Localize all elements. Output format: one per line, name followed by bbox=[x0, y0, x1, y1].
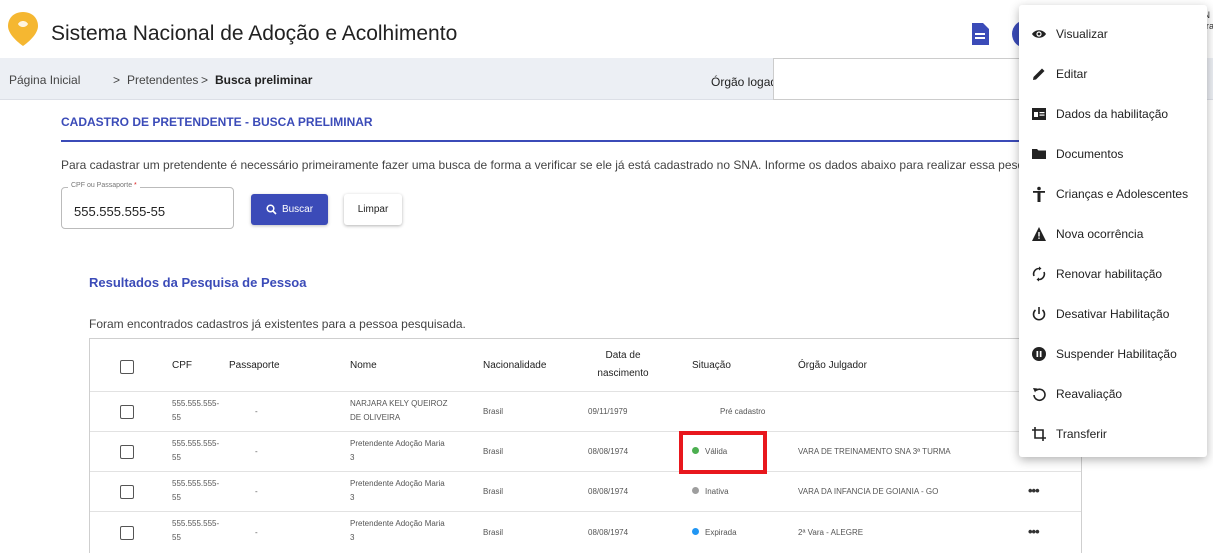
cell-nome: Pretendente Adoção Maria 3 bbox=[350, 479, 445, 502]
cpf-passaporte-label: CPF ou Passaporte * bbox=[68, 182, 140, 189]
cpf-passaporte-field[interactable]: CPF ou Passaporte * bbox=[61, 182, 234, 229]
breadcrumb-current: Busca preliminar bbox=[215, 73, 313, 87]
cell-situacao: Pré cadastro bbox=[720, 405, 765, 419]
menu-item-suspender-habilitacao[interactable]: Suspender Habilitação bbox=[1019, 333, 1207, 373]
results-table: CPF Passaporte Nome Nacionalidade Data d… bbox=[89, 338, 1082, 553]
table-row: 555.555.555- 55 - NARJARA KELY QUEIROZ DE … bbox=[90, 392, 1081, 432]
col-data-nascimento: Data de nascimento bbox=[597, 350, 649, 379]
cell-nacionalidade: Brasil bbox=[483, 528, 504, 537]
intro-text: Para cadastrar um pretendente é necessár… bbox=[61, 158, 1019, 172]
person-icon bbox=[1033, 186, 1045, 202]
search-icon bbox=[266, 204, 277, 215]
limpar-button[interactable]: Limpar bbox=[344, 194, 402, 225]
pencil-icon bbox=[1033, 68, 1045, 80]
cell-nome: Pretendente Adoção Maria 3 bbox=[350, 519, 445, 542]
cell-passaporte: - bbox=[255, 407, 258, 416]
section-divider bbox=[61, 140, 1023, 142]
cell-passaporte: - bbox=[255, 487, 258, 496]
document-icon[interactable] bbox=[970, 22, 990, 46]
col-situacao: Situação bbox=[692, 360, 731, 371]
results-note: Foram encontrados cadastros já existente… bbox=[89, 317, 466, 331]
cell-data-nascimento: 08/08/1974 bbox=[588, 447, 629, 456]
crop-icon bbox=[1032, 427, 1046, 441]
breadcrumb-home[interactable]: Página Inicial bbox=[9, 73, 80, 87]
cell-nacionalidade: Brasil bbox=[483, 487, 504, 496]
status-dot bbox=[692, 528, 699, 535]
status-dot bbox=[692, 487, 699, 494]
cell-nacionalidade: Brasil bbox=[483, 407, 504, 416]
limpar-label: Limpar bbox=[357, 204, 389, 215]
cell-situacao: Inativa bbox=[692, 485, 729, 499]
cell-orgao: VARA DA INFANCIA DE GOIANIA - GO bbox=[798, 487, 939, 496]
menu-item-desativar-habilitacao[interactable]: Desativar Habilitação bbox=[1019, 293, 1207, 333]
highlight-box bbox=[679, 431, 767, 474]
menu-item-dados-habilitacao[interactable]: Dados da habilitação bbox=[1019, 93, 1207, 133]
row-actions-button[interactable]: ••• bbox=[1028, 524, 1040, 539]
menu-item-editar[interactable]: Editar bbox=[1019, 53, 1207, 93]
app-title: Sistema Nacional de Adoção e Acolhimento bbox=[51, 22, 458, 45]
cell-nacionalidade: Brasil bbox=[483, 447, 504, 456]
power-icon bbox=[1032, 307, 1046, 321]
buscar-label: Buscar bbox=[281, 204, 314, 215]
table-row: 555.555.555- 55 - Pretendente Adoção Mari… bbox=[90, 512, 1081, 553]
breadcrumb-separator: > bbox=[113, 73, 121, 87]
breadcrumb-separator: > bbox=[201, 73, 209, 87]
col-passaporte: Passaporte bbox=[229, 360, 280, 371]
cell-orgao: VARA DE TREINAMENTO SNA 3ª TURMA bbox=[798, 447, 951, 456]
undo-icon bbox=[1033, 388, 1046, 401]
select-all-checkbox[interactable] bbox=[120, 360, 134, 374]
col-nacionalidade: Nacionalidade bbox=[483, 360, 547, 371]
buscar-button[interactable]: Buscar bbox=[251, 194, 328, 225]
eye-icon bbox=[1032, 30, 1046, 38]
status-text: Expirada bbox=[705, 528, 737, 537]
cell-data-nascimento: 09/11/1979 bbox=[588, 407, 628, 416]
breadcrumb-pretendentes[interactable]: Pretendentes bbox=[127, 73, 198, 87]
cell-situacao: Expirada bbox=[692, 526, 737, 540]
section-title: CADASTRO DE PRETENDENTE - BUSCA PRELIMIN… bbox=[61, 115, 373, 129]
cell-cpf: 555.555.555- 55 bbox=[172, 519, 220, 542]
folder-icon bbox=[1032, 149, 1046, 159]
menu-item-reavaliacao[interactable]: Reavaliação bbox=[1019, 373, 1207, 413]
table-header-row: CPF Passaporte Nome Nacionalidade Data d… bbox=[90, 339, 1081, 392]
cell-passaporte: - bbox=[255, 447, 258, 456]
app-logo-icon[interactable] bbox=[6, 10, 40, 48]
cell-passaporte: - bbox=[255, 528, 258, 537]
cpf-passaporte-input[interactable] bbox=[74, 204, 224, 219]
table-row: 555.555.555- 55 - Pretendente Adoção Mari… bbox=[90, 472, 1081, 512]
pause-circle-icon bbox=[1032, 347, 1046, 361]
cell-nome: Pretendente Adoção Maria 3 bbox=[350, 439, 445, 462]
menu-item-transferir[interactable]: Transferir bbox=[1019, 413, 1207, 453]
row-checkbox[interactable] bbox=[120, 405, 134, 419]
menu-item-visualizar[interactable]: Visualizar bbox=[1019, 13, 1207, 53]
status-text: Inativa bbox=[705, 487, 729, 496]
warning-icon bbox=[1032, 227, 1046, 241]
cell-cpf: 555.555.555- 55 bbox=[172, 479, 220, 502]
orgao-logado-select[interactable] bbox=[773, 58, 1023, 100]
cell-data-nascimento: 08/08/1974 bbox=[588, 528, 629, 537]
id-card-icon bbox=[1032, 108, 1046, 120]
row-checkbox[interactable] bbox=[120, 445, 134, 459]
col-nome: Nome bbox=[350, 360, 377, 371]
row-actions-menu: Visualizar Editar Dados da habilitação D… bbox=[1019, 5, 1207, 457]
cell-cpf: 555.555.555- 55 bbox=[172, 439, 220, 462]
menu-item-documentos[interactable]: Documentos bbox=[1019, 133, 1207, 173]
menu-item-criancas-adolescentes[interactable]: Crianças e Adolescentes bbox=[1019, 173, 1207, 213]
row-checkbox[interactable] bbox=[120, 526, 134, 540]
menu-item-nova-ocorrencia[interactable]: Nova ocorrência bbox=[1019, 213, 1207, 253]
row-actions-button[interactable]: ••• bbox=[1028, 483, 1040, 498]
status-text: Pré cadastro bbox=[720, 407, 766, 416]
col-orgao-julgador: Órgão Julgador bbox=[798, 360, 867, 371]
results-title: Resultados da Pesquisa de Pessoa bbox=[89, 275, 307, 290]
cell-nome: NARJARA KELY QUEIROZ DE OLIVEIRA bbox=[350, 399, 448, 422]
sync-icon bbox=[1032, 266, 1046, 282]
col-cpf: CPF bbox=[172, 360, 192, 371]
cell-cpf: 555.555.555- 55 bbox=[172, 399, 220, 422]
cell-data-nascimento: 08/08/1974 bbox=[588, 487, 629, 496]
table-row: 555.555.555- 55 - Pretendente Adoção Mari… bbox=[90, 432, 1081, 472]
row-checkbox[interactable] bbox=[120, 485, 134, 499]
cell-orgao: 2ª Vara - ALEGRE bbox=[798, 528, 864, 537]
menu-item-renovar-habilitacao[interactable]: Renovar habilitação bbox=[1019, 253, 1207, 293]
